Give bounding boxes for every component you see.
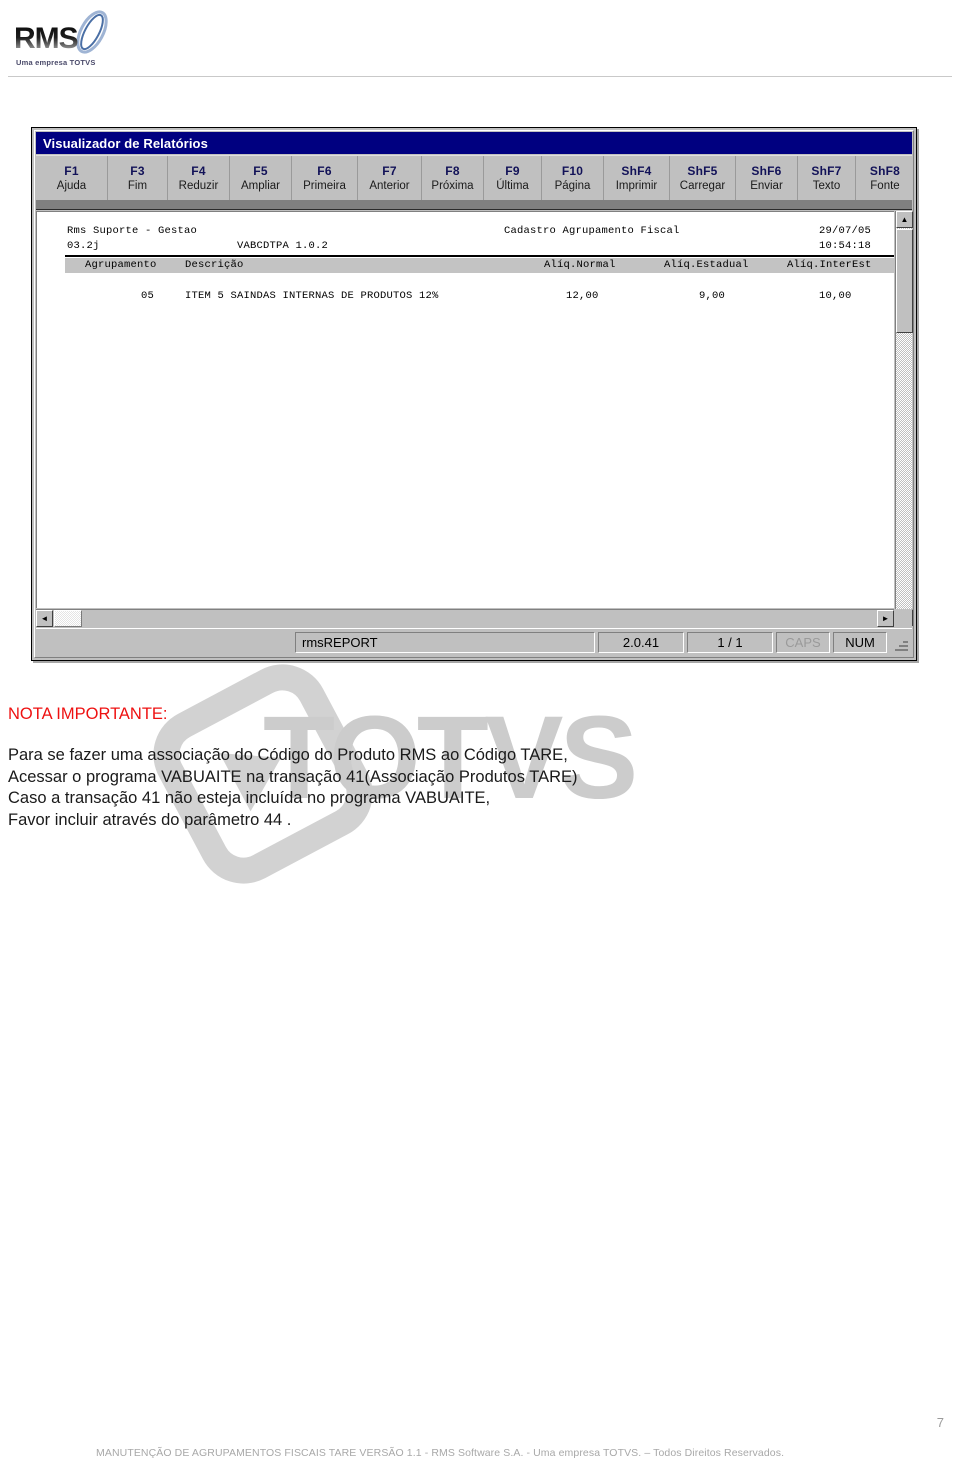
toolbar-key-label: F3 xyxy=(130,163,145,178)
note-line: Caso a transação 41 não esteja incluída … xyxy=(8,789,491,807)
toolbar-button-shf5[interactable]: ShF5 Carregar xyxy=(670,156,736,201)
toolbar-action-label: Fonte xyxy=(870,179,900,192)
toolbar-action-label: Anterior xyxy=(369,179,410,192)
toolbar-key-label: ShF8 xyxy=(869,163,901,178)
scrollbar-corner xyxy=(894,609,912,626)
report-viewer-window: Visualizador de Relatórios F1 Ajuda F3 Fim F… xyxy=(31,127,917,661)
report-company: Rms Suporte - Gestao xyxy=(67,225,198,237)
note-title: NOTA IMPORTANTE: xyxy=(8,705,168,723)
status-app-name: rmsREPORT xyxy=(295,632,595,653)
scroll-left-arrow-icon[interactable]: ◄ xyxy=(36,610,53,627)
note-line: Acessar o programa VABUAITE na transação… xyxy=(8,767,578,786)
scroll-right-arrow-icon[interactable]: ► xyxy=(877,610,894,627)
function-key-toolbar: F1 Ajuda F3 Fim F4 Reduzir F5 Ampliar F6 Primeira… xyxy=(36,155,912,201)
status-version: 2.0.41 xyxy=(598,632,684,653)
toolbar-button-f4[interactable]: F4 Reduzir xyxy=(168,156,230,201)
cell-descricao: ITEM 5 SAINDAS INTERNAS DE PRODUTOS 12% xyxy=(185,290,439,302)
column-header-descricao: Descrição xyxy=(185,259,244,271)
toolbar-action-label: Carregar xyxy=(679,179,726,192)
toolbar-button-f9[interactable]: F9 Última xyxy=(484,156,542,201)
cell-aliq-estadual: 9,00 xyxy=(699,290,726,302)
column-header-aliq-normal: Alíq.Normal xyxy=(544,259,616,271)
toolbar-action-label: Primeira xyxy=(303,179,346,192)
toolbar-button-f10[interactable]: F10 Página xyxy=(542,156,604,201)
status-page: 1 / 1 xyxy=(687,632,773,653)
toolbar-key-label: F5 xyxy=(253,163,268,178)
cell-aliq-normal: 12,00 xyxy=(566,290,599,302)
cell-aliq-interest: 10,00 xyxy=(819,290,852,302)
report-page: Rms Suporte - Gestao 03.2j VABCDTPA 1.0.… xyxy=(37,212,894,488)
rms-logo: RMS Uma empresa TOTVS xyxy=(14,8,132,68)
toolbar-button-f5[interactable]: F5 Ampliar xyxy=(230,156,292,201)
toolbar-action-label: Ampliar xyxy=(241,179,280,192)
toolbar-key-label: ShF6 xyxy=(751,163,782,178)
toolbar-button-shf8[interactable]: ShF8 Fonte xyxy=(856,156,914,201)
window-statusbar: rmsREPORT 2.0.41 1 / 1 CAPS NUM xyxy=(36,628,912,656)
toolbar-action-label: Página xyxy=(554,179,591,192)
column-header-aliq-estadual: Alíq.Estadual xyxy=(664,259,749,271)
toolbar-action-label: Enviar xyxy=(750,179,783,192)
toolbar-key-label: F10 xyxy=(561,163,584,178)
vertical-scroll-thumb[interactable] xyxy=(896,229,913,333)
page-header: RMS Uma empresa TOTVS xyxy=(0,0,960,78)
important-note-block: TOTVS NOTA IMPORTANTE: Para se fazer uma… xyxy=(8,648,952,900)
column-header-aliq-interest: Alíq.InterEst xyxy=(787,259,872,271)
toolbar-key-label: F1 xyxy=(64,163,79,178)
window-title: Visualizador de Relatórios xyxy=(43,135,208,151)
toolbar-key-label: F8 xyxy=(445,163,460,178)
toolbar-button-shf6[interactable]: ShF6 Enviar xyxy=(736,156,798,201)
window-titlebar: Visualizador de Relatórios xyxy=(36,132,912,154)
toolbar-key-label: ShF7 xyxy=(811,163,842,178)
toolbar-button-f6[interactable]: F6 Primeira xyxy=(292,156,358,201)
status-caps: CAPS xyxy=(776,632,830,653)
toolbar-action-label: Próxima xyxy=(431,179,474,192)
horizontal-scrollbar[interactable]: ◄ ► xyxy=(36,609,894,627)
note-line: Favor incluir através do parâmetro 44 . xyxy=(8,810,292,829)
toolbar-button-f3[interactable]: F3 Fim xyxy=(108,156,168,201)
toolbar-key-label: F9 xyxy=(505,163,520,178)
toolbar-separator xyxy=(36,200,912,210)
toolbar-key-label: ShF4 xyxy=(621,163,652,178)
toolbar-action-label: Ajuda xyxy=(56,179,87,192)
rms-tagline: Uma empresa TOTVS xyxy=(16,58,96,67)
vertical-scrollbar[interactable]: ▲ ▼ xyxy=(895,211,913,626)
horizontal-scroll-thumb[interactable] xyxy=(54,610,82,627)
toolbar-key-label: F6 xyxy=(317,163,332,178)
report-time: 10:54:18 xyxy=(819,240,872,252)
toolbar-button-f1[interactable]: F1 Ajuda xyxy=(36,156,108,201)
rms-wordmark: RMS xyxy=(14,22,79,55)
report-date: 29/07/05 xyxy=(819,225,872,237)
toolbar-button-shf4[interactable]: ShF4 Imprimir xyxy=(604,156,670,201)
resize-grip-icon[interactable] xyxy=(892,633,910,653)
footer-copyright: MANUTENÇÃO DE AGRUPAMENTOS FISCAIS TARE … xyxy=(96,1447,785,1459)
report-header-rule xyxy=(65,255,894,257)
status-num: NUM xyxy=(833,632,887,653)
note-line: Para se fazer uma associação do Código d… xyxy=(8,746,568,764)
report-title: Cadastro Agrupamento Fiscal xyxy=(504,225,680,237)
toolbar-action-label: Fim xyxy=(127,179,148,192)
page-number: 7 xyxy=(936,1415,944,1430)
cell-agrupamento: 05 xyxy=(141,290,155,302)
toolbar-button-f7[interactable]: F7 Anterior xyxy=(358,156,422,201)
scroll-up-arrow-icon[interactable]: ▲ xyxy=(896,211,913,228)
toolbar-button-f8[interactable]: F8 Próxima xyxy=(422,156,484,201)
toolbar-button-shf7[interactable]: ShF7 Texto xyxy=(798,156,856,201)
toolbar-key-label: F4 xyxy=(191,163,206,178)
toolbar-action-label: Reduzir xyxy=(178,179,219,192)
report-viewport[interactable]: Rms Suporte - Gestao 03.2j VABCDTPA 1.0.… xyxy=(36,211,894,608)
toolbar-action-label: Texto xyxy=(812,179,841,192)
toolbar-key-label: ShF5 xyxy=(687,163,718,178)
toolbar-action-label: Última xyxy=(496,179,529,192)
header-divider xyxy=(8,76,952,77)
report-version: 03.2j xyxy=(67,240,100,252)
column-header-agrupamento: Agrupamento xyxy=(85,259,157,271)
toolbar-key-label: F7 xyxy=(382,163,397,178)
toolbar-action-label: Imprimir xyxy=(615,179,658,192)
note-body: Para se fazer uma associação do Código d… xyxy=(8,745,578,831)
report-program: VABCDTPA 1.0.2 xyxy=(237,240,329,252)
